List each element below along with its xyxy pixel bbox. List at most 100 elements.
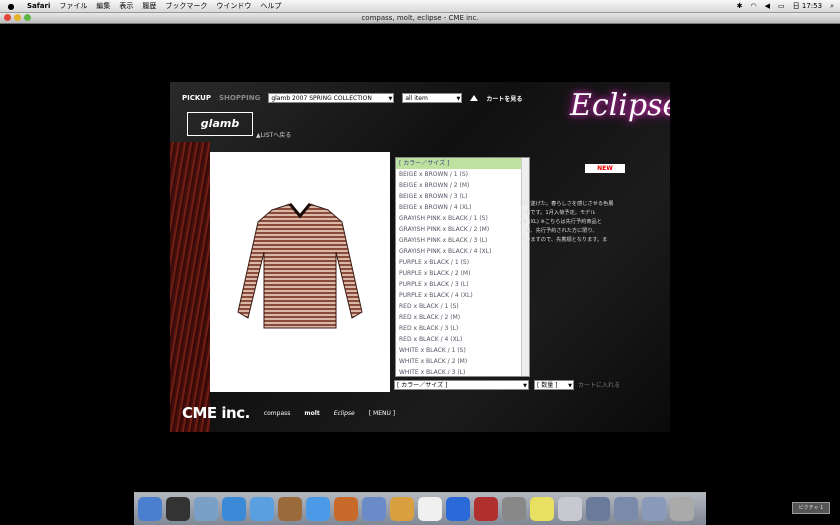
list-option[interactable]: PURPLE x BLACK / 4 (XL) bbox=[396, 290, 529, 301]
list-option[interactable]: PURPLE x BLACK / 3 (L) bbox=[396, 279, 529, 290]
description-line: 。尚、先行予約された方に限り、 bbox=[520, 228, 598, 234]
chevron-down-icon: ▼ bbox=[568, 383, 572, 389]
description-line: ー着です。1月入荷予定。モデル bbox=[520, 210, 596, 216]
window-title: compass, molt, eclipse - CME inc. bbox=[361, 14, 479, 22]
ichat-icon[interactable] bbox=[250, 497, 274, 521]
menu-link[interactable]: [ MENU ] bbox=[369, 410, 395, 417]
color-size-select[interactable]: [ カラー／サイズ ] ▼ bbox=[394, 380, 529, 390]
menu-help[interactable]: ヘルプ bbox=[260, 1, 281, 11]
triangle-up-icon bbox=[470, 95, 479, 101]
garageband-icon[interactable] bbox=[390, 497, 414, 521]
menu-safari[interactable]: Safari bbox=[27, 2, 50, 10]
list-option[interactable]: RED x BLACK / 1 (S) bbox=[396, 301, 529, 312]
list-option[interactable]: BEIGE x BROWN / 1 (S) bbox=[396, 169, 529, 180]
menu-window[interactable]: ウインドウ bbox=[216, 1, 251, 11]
safari-icon[interactable] bbox=[222, 497, 246, 521]
address-book-icon[interactable] bbox=[278, 497, 302, 521]
spotlight-icon[interactable]: ⌕ bbox=[830, 2, 834, 11]
itunes-icon[interactable] bbox=[306, 497, 330, 521]
item-select-value: all item bbox=[405, 95, 428, 102]
list-option[interactable]: WHITE x BLACK / 1 (S) bbox=[396, 345, 529, 356]
color-size-list[interactable]: [ カラー／サイズ ] BEIGE x BROWN / 1 (S) BEIGE x … bbox=[395, 157, 530, 377]
site-nav: PICKUP SHOPPING glamb 2007 SPRING COLLEC… bbox=[182, 92, 522, 104]
list-option[interactable]: PURPLE x BLACK / 1 (S) bbox=[396, 257, 529, 268]
description-line: ざいますので、先着順となります。ま bbox=[520, 237, 608, 243]
mail-icon[interactable] bbox=[194, 497, 218, 521]
list-option[interactable]: WHITE x BLACK / 2 (M) bbox=[396, 356, 529, 367]
iphoto-icon[interactable] bbox=[334, 497, 358, 521]
imovie-icon[interactable] bbox=[362, 497, 386, 521]
menu-view[interactable]: 表示 bbox=[119, 1, 133, 11]
view-cart-link[interactable]: カートを見る bbox=[486, 94, 522, 103]
color-size-select-value: [ カラー／サイズ ] bbox=[397, 382, 448, 389]
clock[interactable]: 日 17:53 bbox=[793, 1, 822, 11]
collection-select[interactable]: glamb 2007 SPRING COLLECTION ▼ bbox=[268, 93, 395, 103]
web-content: PICKUP SHOPPING glamb 2007 SPRING COLLEC… bbox=[0, 24, 840, 490]
list-option[interactable]: RED x BLACK / 3 (L) bbox=[396, 323, 529, 334]
desktop-file-label[interactable]: ピクチャ 1 bbox=[792, 502, 830, 514]
add-to-cart-button[interactable]: カートに入れる bbox=[578, 380, 620, 389]
list-option[interactable]: GRAYISH PINK x BLACK / 4 (XL) bbox=[396, 246, 529, 257]
list-option[interactable]: BEIGE x BROWN / 3 (L) bbox=[396, 191, 529, 202]
back-to-list-link[interactable]: ▲LISTへ戻る bbox=[256, 130, 291, 139]
list-option[interactable]: BEIGE x BROWN / 4 (XL) bbox=[396, 202, 529, 213]
textedit-icon[interactable] bbox=[530, 497, 554, 521]
cme-logo[interactable]: CME inc. bbox=[182, 404, 250, 422]
eclipse-link[interactable]: Eclipse bbox=[334, 410, 355, 417]
list-option[interactable]: BEIGE x BROWN / 2 (M) bbox=[396, 180, 529, 191]
site-footer: CME inc. compass molt Eclipse [ MENU ] bbox=[182, 404, 395, 422]
chevron-down-icon: ▼ bbox=[523, 383, 527, 389]
menubar: ● Safari ファイル 編集 表示 履歴 ブックマーク ウインドウ ヘルプ … bbox=[0, 0, 840, 13]
menu-history[interactable]: 履歴 bbox=[142, 1, 156, 11]
description-line: / 4 (XL) ※こちらは先行予約商品と bbox=[520, 219, 602, 225]
collection-select-value: glamb 2007 SPRING COLLECTION bbox=[271, 95, 372, 102]
window-titlebar: compass, molt, eclipse - CME inc. bbox=[0, 13, 840, 24]
documents-folder-icon[interactable] bbox=[614, 497, 638, 521]
list-option[interactable]: RED x BLACK / 4 (XL) bbox=[396, 334, 529, 345]
quantity-select-value: [ 数量 ] bbox=[537, 382, 558, 389]
list-option[interactable]: GRAYISH PINK x BLACK / 3 (L) bbox=[396, 235, 529, 246]
product-description: 頃を遂げた。春らしさを感じさせる色展 ー着です。1月入荷予定。モデル / 4 (… bbox=[520, 200, 630, 245]
quantity-select[interactable]: [ 数量 ] ▼ bbox=[534, 380, 574, 390]
downloads-folder-icon[interactable] bbox=[642, 497, 666, 521]
finder-icon[interactable] bbox=[138, 497, 162, 521]
product-photo bbox=[210, 152, 390, 392]
list-option[interactable]: WHITE x BLACK / 3 (L) bbox=[396, 367, 529, 376]
battery-icon[interactable]: ▭ bbox=[778, 2, 785, 10]
molt-link[interactable]: molt bbox=[304, 410, 319, 417]
list-option[interactable]: GRAYISH PINK x BLACK / 1 (S) bbox=[396, 213, 529, 224]
menubar-extras: ✱ ◠ ◀ ▭ 日 17:53 ⌕ bbox=[737, 0, 834, 12]
time-machine-icon[interactable] bbox=[446, 497, 470, 521]
ical-icon[interactable] bbox=[418, 497, 442, 521]
photo-booth-icon[interactable] bbox=[474, 497, 498, 521]
nav-shopping[interactable]: SHOPPING bbox=[219, 94, 260, 102]
applications-folder-icon[interactable] bbox=[586, 497, 610, 521]
preview-icon[interactable] bbox=[558, 497, 582, 521]
bluetooth-icon[interactable]: ✱ bbox=[737, 2, 743, 10]
new-badge: NEW bbox=[585, 164, 625, 173]
wood-decoration bbox=[170, 142, 210, 432]
list-option[interactable]: PURPLE x BLACK / 2 (M) bbox=[396, 268, 529, 279]
wifi-icon[interactable]: ◠ bbox=[751, 2, 757, 10]
brand-logo[interactable]: glamb bbox=[187, 112, 253, 136]
dashboard-icon[interactable] bbox=[166, 497, 190, 521]
list-scrollbar[interactable] bbox=[521, 158, 529, 376]
list-option[interactable]: RED x BLACK / 2 (M) bbox=[396, 312, 529, 323]
nav-pickup[interactable]: PICKUP bbox=[182, 94, 211, 102]
menu-file[interactable]: ファイル bbox=[59, 1, 87, 11]
eclipse-logo: Eclipse bbox=[570, 88, 670, 123]
apple-icon[interactable]: ● bbox=[4, 2, 18, 11]
list-option[interactable]: [ カラー／サイズ ] bbox=[396, 158, 529, 169]
menu-edit[interactable]: 編集 bbox=[96, 1, 110, 11]
menu-bookmarks[interactable]: ブックマーク bbox=[165, 1, 207, 11]
item-select[interactable]: all item ▼ bbox=[402, 93, 463, 103]
system-preferences-icon[interactable] bbox=[502, 497, 526, 521]
volume-icon[interactable]: ◀ bbox=[765, 2, 770, 10]
list-option[interactable]: GRAYISH PINK x BLACK / 2 (M) bbox=[396, 224, 529, 235]
chevron-down-icon: ▼ bbox=[456, 96, 461, 102]
chevron-down-icon: ▼ bbox=[388, 96, 393, 102]
striped-sweater-image bbox=[237, 203, 363, 329]
description-line: 頃を遂げた。春らしさを感じさせる色展 bbox=[520, 201, 614, 207]
trash-icon[interactable] bbox=[670, 497, 694, 521]
compass-link[interactable]: compass bbox=[264, 410, 291, 417]
